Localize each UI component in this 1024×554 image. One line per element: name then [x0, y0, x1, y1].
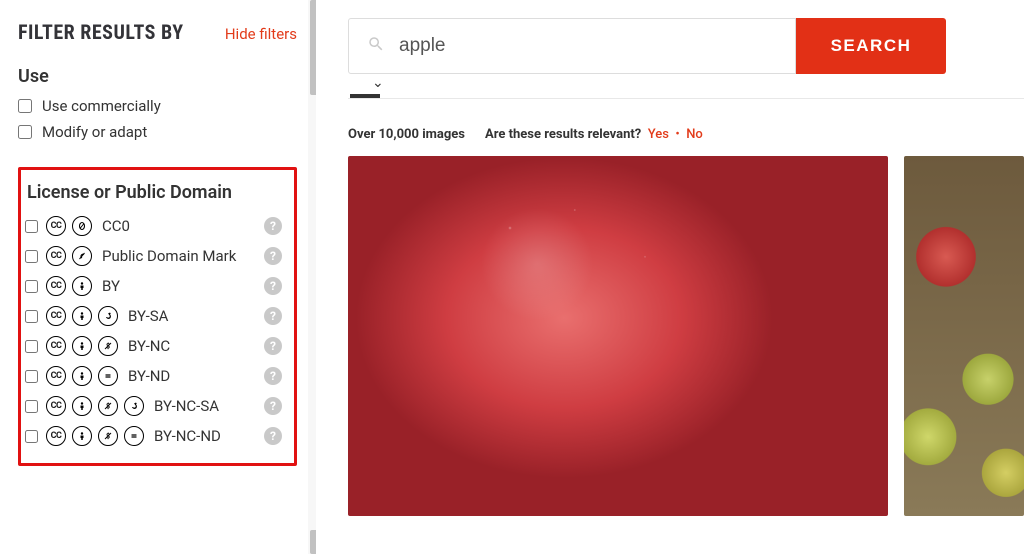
license-label: CC0 [102, 217, 130, 235]
license-checkbox[interactable] [25, 400, 38, 413]
help-icon[interactable]: ? [264, 217, 282, 235]
results-meta: Over 10,000 images Are these results rel… [348, 127, 1024, 142]
cc-icon: CC [46, 336, 66, 356]
cc-by-icon [72, 426, 92, 446]
license-row-by-sa[interactable]: CC BY-SA? [23, 301, 284, 331]
license-checkbox[interactable] [25, 220, 38, 233]
license-label: Public Domain Mark [102, 247, 236, 265]
cc-icon: CC [46, 246, 66, 266]
cc-icon: CC [46, 396, 66, 416]
help-icon[interactable]: ? [264, 397, 282, 415]
filter-section-use: Use Use commercially Modify or adapt [18, 66, 297, 141]
tab-indicator: ⌄ [350, 94, 380, 98]
help-icon[interactable]: ? [264, 427, 282, 445]
cc-nc-icon: $ [98, 396, 118, 416]
dot-icon: • [672, 127, 686, 142]
cc-by-icon [72, 306, 92, 326]
use-commercially-label: Use commercially [42, 97, 161, 115]
use-heading: Use [18, 66, 297, 87]
cc-sa-icon [124, 396, 144, 416]
use-commercially-checkbox[interactable] [18, 99, 32, 113]
cc-sa-icon [98, 306, 118, 326]
result-image-2[interactable] [904, 156, 1024, 516]
filter-sidebar: FILTER RESULTS BY Hide filters Use Use c… [0, 0, 316, 554]
modify-adapt-row[interactable]: Modify or adapt [18, 123, 297, 141]
filter-title: FILTER RESULTS BY [18, 20, 184, 44]
license-heading: License or Public Domain [27, 182, 284, 203]
results-count: Over 10,000 images [348, 127, 465, 142]
license-checkbox[interactable] [25, 250, 38, 263]
license-label: BY [102, 277, 120, 295]
tab-divider [348, 98, 1024, 99]
cc-icon: CC [46, 216, 66, 236]
help-icon[interactable]: ? [264, 277, 282, 295]
search-box[interactable] [348, 18, 796, 74]
cc-nc-icon: $ [98, 336, 118, 356]
license-label: BY-NC [128, 337, 170, 355]
license-checkbox[interactable] [25, 280, 38, 293]
main-content: SEARCH ⌄ Over 10,000 images Are these re… [316, 0, 1024, 554]
help-icon[interactable]: ? [264, 307, 282, 325]
cc-icon: CC [46, 366, 66, 386]
license-row-by-nc-nd[interactable]: CC $ BY-NC-ND? [23, 421, 284, 451]
search-row: SEARCH [348, 18, 1024, 74]
hide-filters-link[interactable]: Hide filters [225, 25, 297, 43]
result-image-1[interactable] [348, 156, 888, 516]
license-checkbox[interactable] [25, 340, 38, 353]
cc-by-icon [72, 276, 92, 296]
relevance-no[interactable]: No [686, 127, 703, 142]
cc-by-icon [72, 366, 92, 386]
cc-nc-icon: $ [98, 426, 118, 446]
license-label: BY-NC-ND [154, 427, 221, 445]
cc-icon: CC [46, 276, 66, 296]
license-checkbox[interactable] [25, 370, 38, 383]
modify-adapt-label: Modify or adapt [42, 123, 147, 141]
help-icon[interactable]: ? [264, 367, 282, 385]
cc-icon: CC [46, 426, 66, 446]
license-row-public-domain-mark[interactable]: CC Public Domain Mark? [23, 241, 284, 271]
license-checkbox[interactable] [25, 310, 38, 323]
tab-caret-icon: ⌄ [372, 75, 384, 91]
license-row-cc0[interactable]: CC CC0? [23, 211, 284, 241]
filter-section-license: License or Public Domain CC CC0? CC Public … [18, 167, 297, 466]
cc-by-icon [72, 396, 92, 416]
cc-nd-icon [124, 426, 144, 446]
use-commercially-row[interactable]: Use commercially [18, 97, 297, 115]
modify-adapt-checkbox[interactable] [18, 125, 32, 139]
cc-by-icon [72, 336, 92, 356]
license-label: BY-SA [128, 307, 168, 325]
search-input[interactable] [399, 35, 777, 57]
cc-nd-icon [98, 366, 118, 386]
license-checkbox[interactable] [25, 430, 38, 443]
help-icon[interactable]: ? [264, 247, 282, 265]
relevance-yes[interactable]: Yes [648, 127, 669, 142]
cc-pd-icon [72, 246, 92, 266]
license-row-by-nc-sa[interactable]: CC $ BY-NC-SA? [23, 391, 284, 421]
cc-icon: CC [46, 306, 66, 326]
help-icon[interactable]: ? [264, 337, 282, 355]
relevance-prompt: Are these results relevant? [485, 127, 641, 142]
search-button[interactable]: SEARCH [796, 18, 946, 74]
license-label: BY-ND [128, 367, 170, 385]
cc-zero-icon [72, 216, 92, 236]
license-label: BY-NC-SA [154, 397, 219, 415]
license-row-by[interactable]: CC BY? [23, 271, 284, 301]
image-gallery [348, 156, 1024, 516]
license-row-by-nd[interactable]: CC BY-ND? [23, 361, 284, 391]
license-row-by-nc[interactable]: CC $ BY-NC? [23, 331, 284, 361]
search-icon [367, 35, 385, 57]
